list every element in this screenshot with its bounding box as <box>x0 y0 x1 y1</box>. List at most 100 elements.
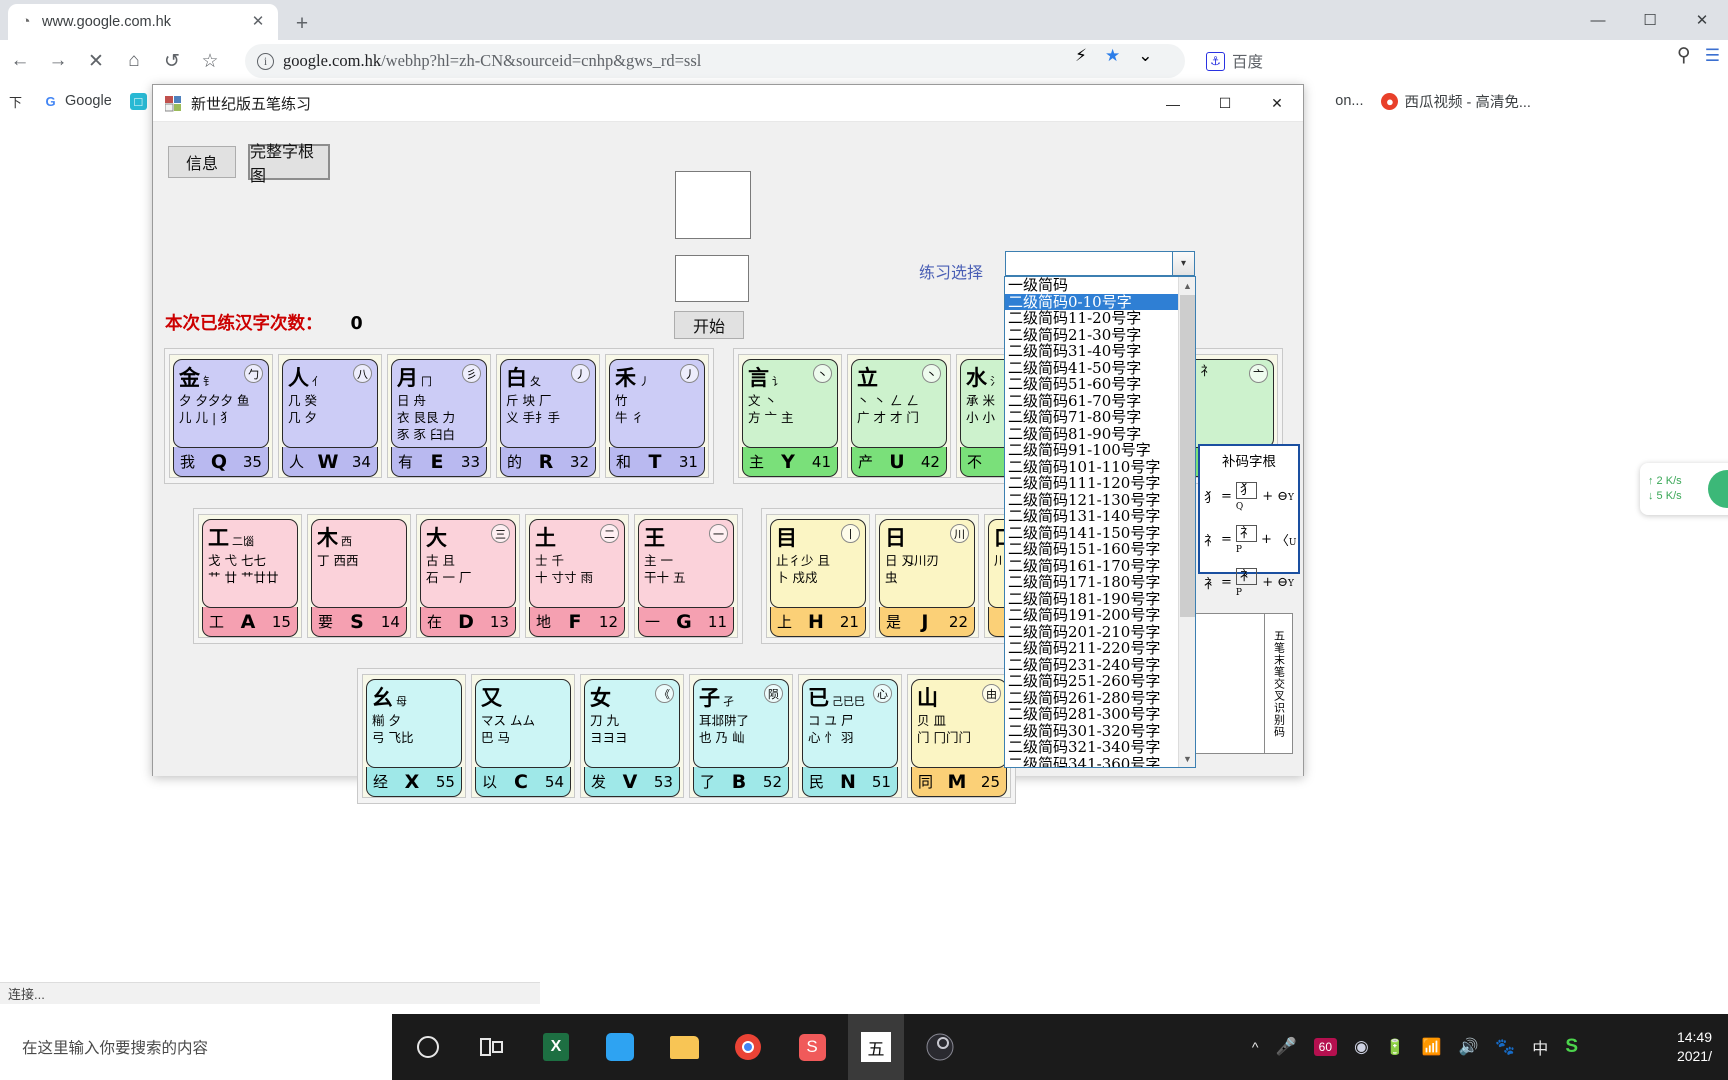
dropdown-item[interactable]: 二级简码131-140号字 <box>1005 508 1180 525</box>
practice-select-combobox[interactable]: ▾ <box>1005 251 1195 276</box>
dropdown-item[interactable]: 二级简码51-60号字 <box>1005 376 1180 393</box>
bookmark-item-on[interactable]: on... <box>1328 90 1370 112</box>
stop-icon[interactable]: ✕ <box>78 43 114 79</box>
bookmark-item-google[interactable]: G Google <box>35 90 119 113</box>
app-blue-icon[interactable] <box>592 1014 648 1080</box>
key-card[interactable]: 月冂 彡日 舟衣 艮艮 力豕 豕 臼白有 E 33 <box>387 354 491 478</box>
start-button[interactable]: 开始 <box>674 311 744 339</box>
dropdown-item[interactable]: 二级简码181-190号字 <box>1005 590 1180 608</box>
qq-icon[interactable]: 🐾 <box>1495 1037 1515 1057</box>
key-card[interactable]: 白夂 丿斤 坱 厂义 手扌手的 R 32 <box>496 354 600 478</box>
scroll-up-icon[interactable]: ▲ <box>1179 277 1195 294</box>
dropdown-item[interactable]: 二级简码261-280号字 <box>1005 689 1180 707</box>
dropdown-item[interactable]: 二级简码321-340号字 <box>1005 739 1180 756</box>
key-card[interactable]: 子孑 陨耳邶阱了也 乃 屾了 B 52 <box>689 674 793 798</box>
baidu-search-shortcut[interactable]: ⚓ 百度 <box>1196 46 1273 76</box>
dropdown-item[interactable]: 二级简码151-160号字 <box>1005 541 1180 558</box>
dropdown-item[interactable]: 二级简码161-170号字 <box>1005 557 1180 575</box>
taskbar-search-box[interactable]: 在这里输入你要搜索的内容 <box>0 1014 392 1080</box>
star-filled-icon[interactable]: ★ <box>1105 46 1120 66</box>
key-card[interactable]: 木西丁 西西要 S 14 <box>307 514 411 638</box>
dropdown-scrollbar[interactable]: ▲ ▼ <box>1178 277 1195 767</box>
key-card[interactable]: 土 二士 千十 寸寸 雨地 F 12 <box>525 514 629 638</box>
dropdown-item[interactable]: 二级简码31-40号字 <box>1005 343 1180 360</box>
home-icon[interactable]: ⌂ <box>116 43 152 79</box>
steam-icon[interactable] <box>912 1014 968 1080</box>
browser-tab[interactable]: ◔ www.google.com.hk ✕ <box>8 4 278 40</box>
bookmark-star-icon[interactable]: ☆ <box>192 43 228 79</box>
new-tab-button[interactable]: + <box>288 10 316 38</box>
info-button[interactable]: 信息 <box>168 146 236 178</box>
browser-minimize-button[interactable]: — <box>1572 0 1624 40</box>
dropdown-item[interactable]: 二级简码41-50号字 <box>1005 359 1180 377</box>
back-icon[interactable]: ← <box>2 43 38 79</box>
key-card[interactable]: 工二匘戈 弋 七七艹 廿 艹廿廿工 A 15 <box>198 514 302 638</box>
key-card[interactable]: 人亻八几 癸几 夕人 W 34 <box>278 354 382 478</box>
key-card[interactable]: 目 丨止彳少 且卜 戍戍上 H 21 <box>766 514 870 638</box>
app-minimize-button[interactable]: — <box>1147 85 1199 122</box>
dropdown-item[interactable]: 二级简码301-320号字 <box>1005 722 1180 740</box>
explorer-icon[interactable] <box>656 1014 712 1080</box>
key-card[interactable]: 言讠 丶文 丶方 亠 主主 Y 41 <box>738 354 842 478</box>
app-close-button[interactable]: ✕ <box>1251 85 1303 122</box>
key-card[interactable]: 日 川日 刄川刃 虫是 J 22 <box>875 514 979 638</box>
key-card[interactable]: 立 丶丶 丶 ㄥ ㄥ广 才 才 门产 U 42 <box>847 354 951 478</box>
steam-tray-icon[interactable]: ◉ <box>1354 1037 1369 1057</box>
dropdown-item[interactable]: 二级简码141-150号字 <box>1005 524 1180 542</box>
search-icon[interactable]: ⚲ <box>1677 44 1691 67</box>
chevron-down-icon[interactable]: ⌄ <box>1138 46 1152 66</box>
key-card[interactable]: 又マス ムム巴 马以 C 54 <box>471 674 575 798</box>
dropdown-item[interactable]: 二级简码111-120号字 <box>1005 475 1180 492</box>
dropdown-item[interactable]: 二级简码191-200号字 <box>1005 607 1180 624</box>
dropdown-item[interactable]: 二级简码11-20号字 <box>1005 310 1180 327</box>
dropdown-item[interactable]: 二级简码0-10号字 <box>1005 293 1180 310</box>
taskbar-clock[interactable]: 14:49 2021/ <box>1677 1014 1712 1080</box>
chrome-icon[interactable] <box>720 1014 776 1080</box>
dropdown-item[interactable]: 二级简码81-90号字 <box>1005 425 1180 443</box>
app-resize-grip[interactable] <box>1287 760 1303 776</box>
sogou-red-icon[interactable]: S <box>784 1014 840 1080</box>
bookmark-item[interactable]: 下 <box>0 90 31 113</box>
browser-close-button[interactable]: ✕ <box>1676 0 1728 40</box>
key-card[interactable]: 山 由贝 皿门 冂门门同 M 25 <box>907 674 1011 798</box>
browser-maximize-button[interactable]: ☐ <box>1624 0 1676 40</box>
key-card[interactable]: 幺母糋 夕弓 飞比经 X 55 <box>362 674 466 798</box>
wifi-icon[interactable]: 📶 <box>1422 1037 1442 1057</box>
key-card[interactable]: 王一主 一干十 五一 G 11 <box>634 514 738 638</box>
dropdown-item[interactable]: 二级简码341-360号字 <box>1005 755 1180 767</box>
dropdown-item[interactable]: 二级简码91-100号字 <box>1005 442 1180 459</box>
scrollbar-thumb[interactable] <box>1180 295 1195 617</box>
extensions-icon[interactable]: ☰ <box>1705 46 1720 66</box>
flash-icon[interactable]: ⚡ <box>1075 46 1087 66</box>
dropdown-item[interactable]: 二级简码281-300号字 <box>1005 706 1180 723</box>
site-info-icon[interactable]: i <box>257 52 274 70</box>
microphone-icon[interactable]: 🎤 <box>1275 1037 1296 1057</box>
dropdown-item[interactable]: 二级简码231-240号字 <box>1005 656 1180 674</box>
key-card[interactable]: 禾丿丿竹牛 彳和 T 31 <box>605 354 709 478</box>
chevron-up-icon[interactable]: ^ <box>1252 1039 1259 1055</box>
practice-select-dropdown[interactable]: 一级简码 二级简码0-10号字 二级简码11-20号字 二级简码21-30号字 二级简码… <box>1004 276 1196 768</box>
key-card[interactable]: 大 三古 且石 一 厂在 D 13 <box>416 514 520 638</box>
sogou-tray-icon[interactable]: S <box>1565 1036 1578 1058</box>
key-card[interactable]: 金钅 勹夕 夕夕夕 鱼儿 儿 | 犭我 Q 35 <box>169 354 273 478</box>
task-view-icon[interactable] <box>464 1014 520 1080</box>
dropdown-item[interactable]: 二级简码21-30号字 <box>1005 326 1180 344</box>
bookmark-item-xigua[interactable]: ● 西瓜视频 - 高清免... <box>1374 88 1537 115</box>
key-card[interactable]: 已己已巳心コ ユ 尸心 忄 羽民 N 51 <box>798 674 902 798</box>
volume-icon[interactable]: 🔊 <box>1458 1037 1478 1057</box>
app-maximize-button[interactable]: ☐ <box>1199 85 1251 122</box>
address-bar[interactable]: i google.com.hk/webhp?hl=zh-CN&sourceid=… <box>245 44 1185 78</box>
dropdown-item[interactable]: 二级简码201-210号字 <box>1005 623 1180 641</box>
battery-icon[interactable]: 🔋 <box>1386 1038 1405 1056</box>
dropdown-item[interactable]: 二级简码121-130号字 <box>1005 491 1180 509</box>
chevron-down-icon[interactable]: ▾ <box>1172 252 1194 275</box>
dropdown-item[interactable]: 二级简码251-260号字 <box>1005 673 1180 690</box>
dropdown-item[interactable]: 二级简码61-70号字 <box>1005 392 1180 410</box>
battery-60-badge[interactable]: 60 <box>1313 1038 1337 1056</box>
tab-close-icon[interactable]: ✕ <box>248 12 268 32</box>
wubi-icon[interactable]: 五 <box>848 1014 904 1080</box>
dropdown-item[interactable]: 二级简码171-180号字 <box>1005 574 1180 591</box>
scroll-down-icon[interactable]: ▼ <box>1179 750 1195 767</box>
dropdown-item[interactable]: 二级简码101-110号字 <box>1005 458 1180 476</box>
reload-icon[interactable]: ↺ <box>154 43 190 79</box>
